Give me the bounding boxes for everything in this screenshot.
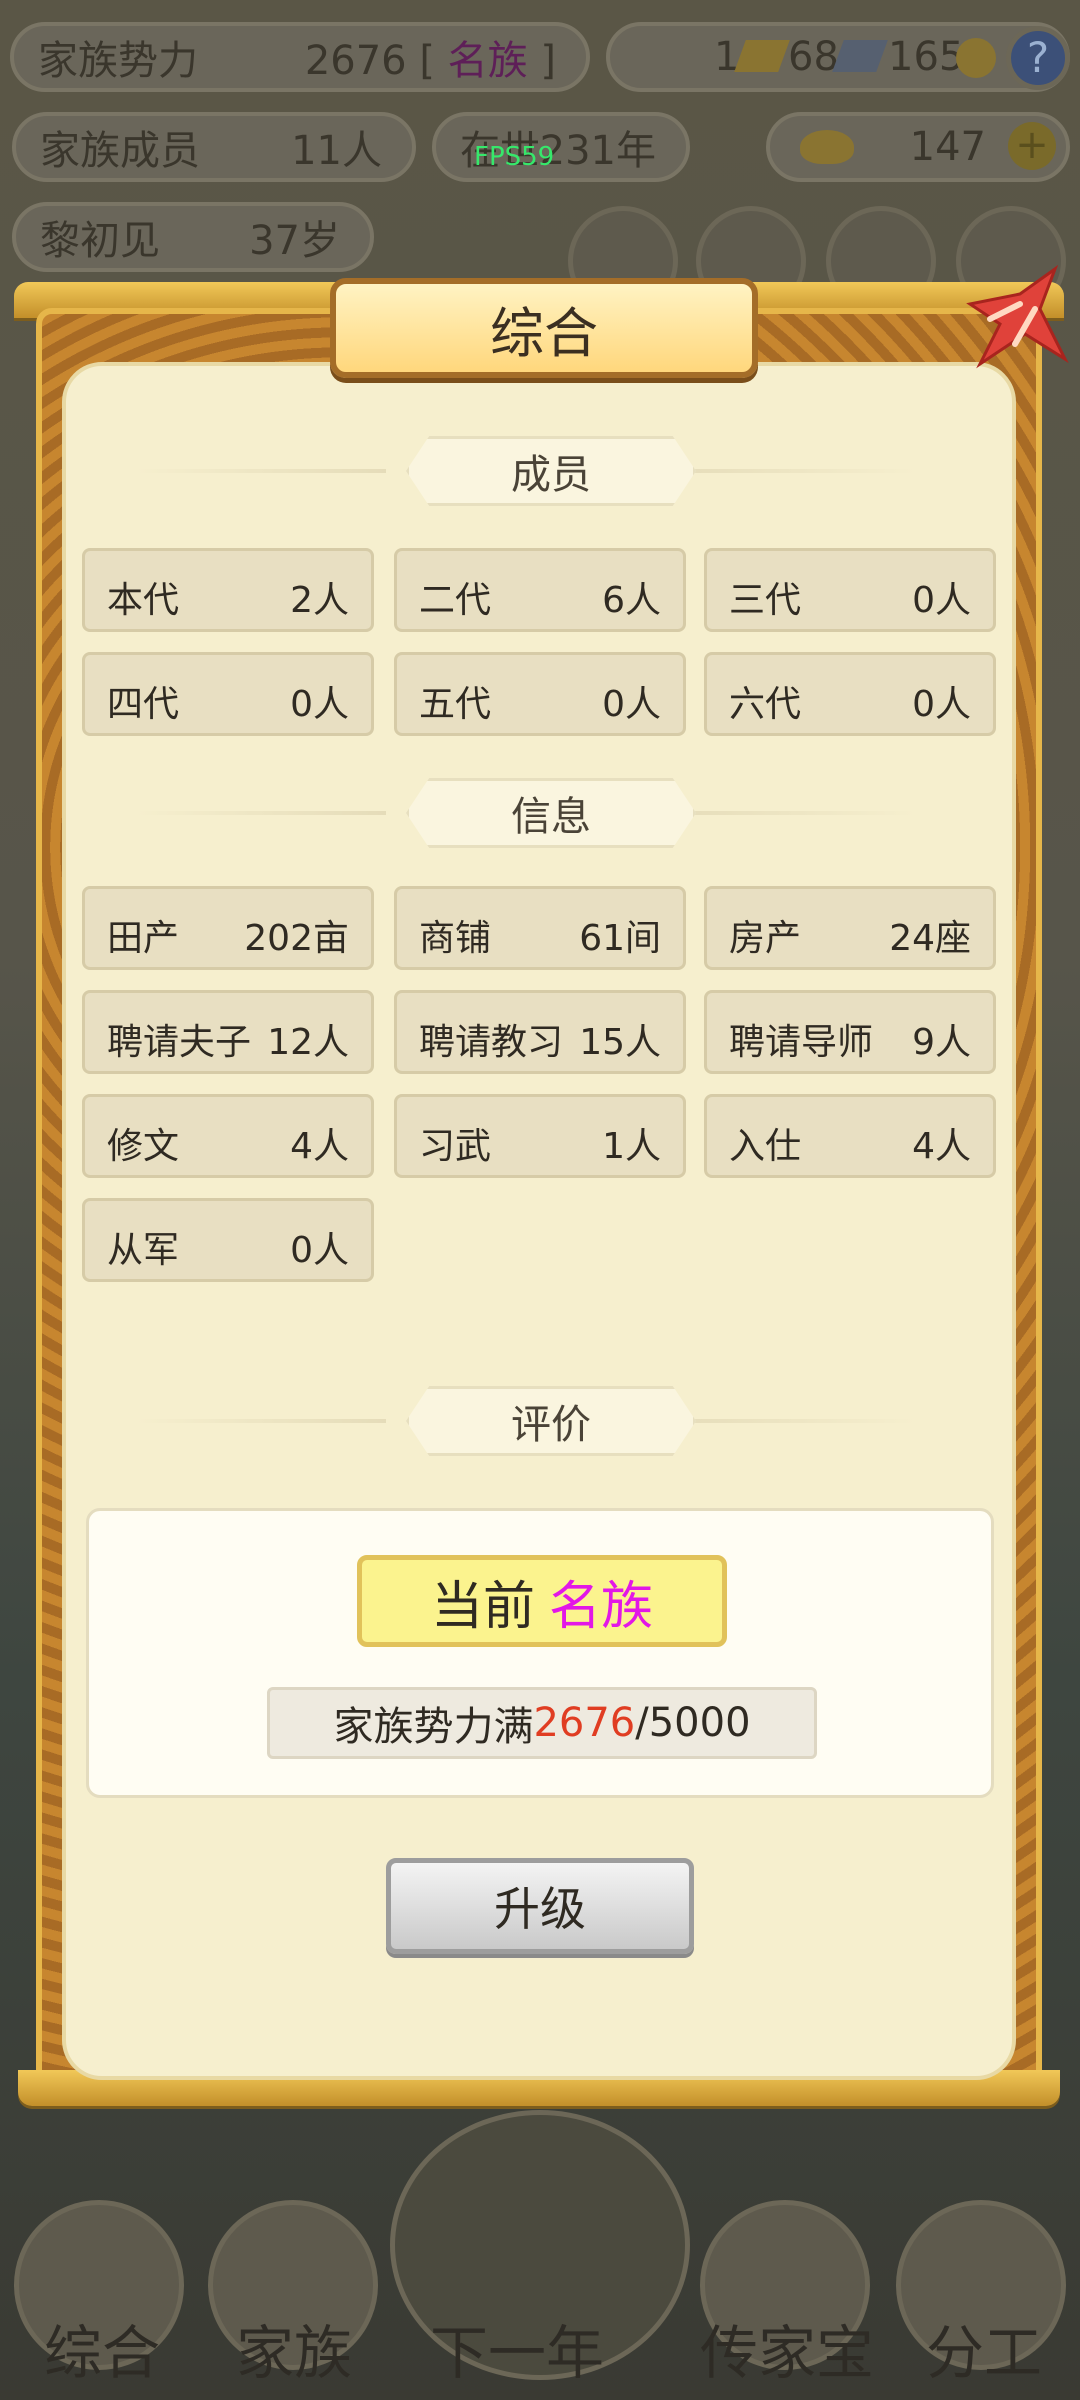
section-header-info: 信息 [96,778,956,848]
info-cell-property: 房产 24座 [704,886,996,970]
power-progress: 家族势力满 2676/5000 [267,1687,817,1759]
family-power-bar: 家族势力 2676 [ 名族 ] [10,22,590,92]
currency-3: 165 [888,34,965,80]
gold-bar-icon [734,40,790,72]
progress-prefix: 家族势力满 [333,1704,534,1750]
info-cell-tutors: 聘请夫子 12人 [82,990,374,1074]
nav-label-division: 分工 [926,2319,1043,2387]
current-rank-label: 当前 [430,1576,535,1637]
member-cell-gen5: 五代 0人 [394,652,686,736]
help-button[interactable]: ? [1006,26,1070,90]
members-value: 11人 [291,128,382,174]
nav-label-overview: 综合 [44,2319,161,2387]
nav-label-next-year: 下一年 [430,2319,605,2387]
member-cell-gen3: 三代 0人 [704,548,996,632]
member-cell-gen4: 四代 0人 [82,652,374,736]
overview-modal: 综合 [14,264,1069,2110]
fps-counter: FPS59 [474,142,555,172]
close-icon[interactable] [960,264,1070,374]
member-cell-gen6: 六代 0人 [704,652,996,736]
info-cell-farmland: 田产 202亩 [82,886,374,970]
current-rank-badge: 当前 名族 [357,1555,727,1647]
current-rank-name: 名族 [549,1576,654,1637]
section-header-rating: 评价 [96,1386,956,1456]
person-name: 黎初见 [40,218,160,264]
add-gold-button[interactable]: + [1008,122,1056,170]
gold-ingot-icon [800,130,854,164]
silver-bar-icon [832,40,888,72]
progress-target: 5000 [648,1700,751,1746]
section-title-rating: 评价 [406,1386,696,1456]
person-age: 37岁 [249,218,340,264]
gold-value: 147 [909,124,986,170]
nav-label-heirloom: 传家宝 [700,2319,875,2387]
rating-panel: 当前 名族 家族势力满 2676/5000 [86,1508,994,1798]
member-cell-gen1: 本代 2人 [82,548,374,632]
modal-title: 综合 [330,278,758,378]
members-bar: 家族成员 11人 [12,112,416,182]
nav-label-family: 家族 [236,2319,353,2387]
info-cell-official: 入仕 4人 [704,1094,996,1178]
coin-icon [956,38,996,78]
family-power-value: 2676 [ 名族 ] [304,38,556,84]
section-title-info: 信息 [406,778,696,848]
info-cell-martial: 习武 1人 [394,1094,686,1178]
member-cell-gen2: 二代 6人 [394,548,686,632]
currency-2: 68 [788,34,839,80]
info-cell-shops: 商铺 61间 [394,886,686,970]
info-cell-literature: 修文 4人 [82,1094,374,1178]
info-cell-mentors: 聘请导师 9人 [704,990,996,1074]
upgrade-button[interactable]: 升级 [386,1858,694,1954]
currency-bar: 1 68 165 [606,22,1070,92]
info-cell-instructors: 聘请教习 15人 [394,990,686,1074]
person-bar: 黎初见 37岁 [12,202,374,272]
gold-bar: 147 + [766,112,1070,182]
section-header-members: 成员 [96,436,956,506]
info-cell-military: 从军 0人 [82,1198,374,1282]
currency-1: 1 [714,34,740,80]
era-value: 231年 [539,128,656,174]
section-title-members: 成员 [406,436,696,506]
members-label: 家族成员 [40,128,200,174]
progress-current: 2676 [533,1700,636,1746]
era-bar: 在世 231年 [432,112,690,182]
family-power-label: 家族势力 [38,38,198,84]
